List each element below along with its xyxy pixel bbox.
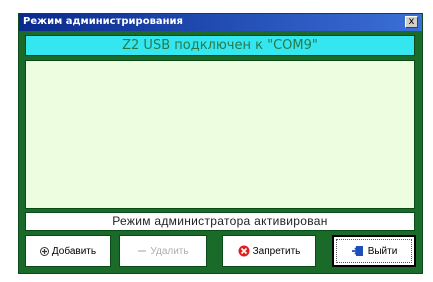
title-bar[interactable]: Режим администрирования x [19,14,422,31]
add-button-label: Добавить [51,245,97,257]
forbid-button[interactable]: Запретить [222,235,316,267]
delete-button-label: Удалить [150,245,189,257]
connection-status: Z2 USB подключен к "COM9" [25,35,415,56]
exit-button[interactable]: Выйти [332,235,416,267]
exit-button-label: Выйти [367,245,398,257]
prohibit-icon [238,245,250,257]
mode-status: Режим администратора активирован [25,212,415,231]
delete-button[interactable]: Удалить [119,235,207,267]
exit-door-icon [351,245,365,257]
close-button[interactable]: x [405,16,418,28]
button-row: Добавить Удалить Запретить Выйти [19,235,422,271]
forbid-button-label: Запретить [252,245,301,257]
window-title: Режим администрирования [23,16,183,27]
plus-circle-icon [39,246,49,256]
add-button[interactable]: Добавить [25,235,111,267]
event-log-area[interactable] [25,60,415,209]
admin-mode-window: Режим администрирования x Z2 USB подключ… [18,13,423,274]
minus-icon [137,248,147,254]
